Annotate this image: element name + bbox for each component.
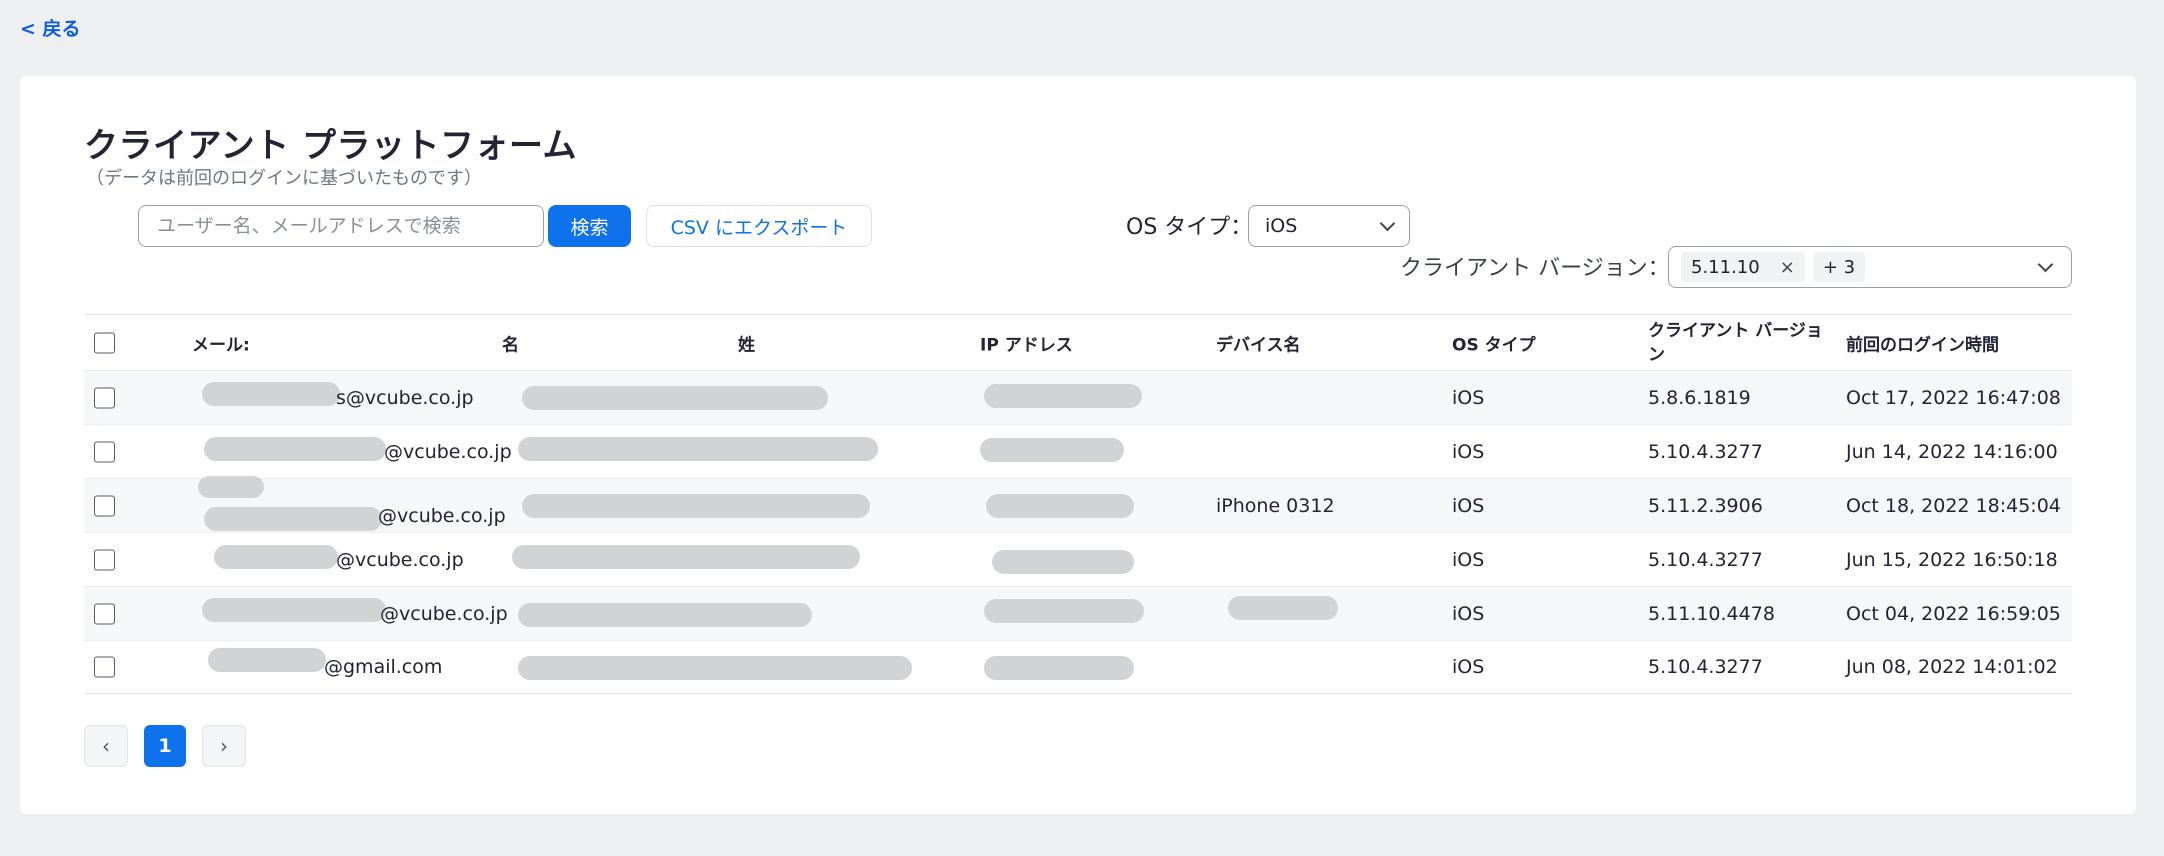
table-row: s@vcube.co.jp iOS 5.8.6.1819 Oct 17, 202… (84, 370, 2072, 424)
version-tag: 5.11.10 × (1681, 252, 1805, 282)
version-cell: 5.10.4.3277 (1648, 548, 1763, 571)
row-checkbox[interactable] (94, 387, 115, 408)
client-version-select[interactable]: 5.11.10 × + 3 (1668, 246, 2072, 288)
table-row: @vcube.co.jp iOS 5.11.10.4478 Oct 04, 20… (84, 586, 2072, 640)
os-cell: iOS (1452, 440, 1485, 463)
row-checkbox[interactable] (94, 495, 115, 516)
redacted-name (518, 437, 878, 461)
csv-export-button[interactable]: CSV にエクスポート (646, 205, 872, 247)
redacted-email (198, 476, 264, 498)
table-row: @vcube.co.jp iOS 5.10.4.3277 Jun 15, 202… (84, 532, 2072, 586)
last-login-cell: Oct 17, 2022 16:47:08 (1846, 386, 2061, 409)
redacted-name (512, 545, 860, 569)
os-cell: iOS (1452, 548, 1485, 571)
redacted-device (1228, 596, 1338, 620)
pagination-page-1[interactable]: 1 (144, 725, 186, 767)
header-last-name[interactable]: 姓 (738, 330, 755, 355)
header-email[interactable]: メール: (192, 330, 250, 355)
email-cell: @gmail.com (324, 656, 443, 678)
select-all-checkbox[interactable] (94, 332, 115, 353)
email-cell: @vcube.co.jp (378, 505, 506, 528)
redacted-ip (984, 599, 1144, 623)
os-cell: iOS (1452, 494, 1485, 517)
redacted-name (518, 656, 912, 680)
table-header: メール: 名 姓 IP アドレス デバイス名 OS タイプ クライアント バージ… (84, 314, 2072, 370)
os-cell: iOS (1452, 656, 1485, 678)
client-version-label: クライアント バージョン： (1400, 256, 1670, 281)
email-cell: @vcube.co.jp (380, 602, 508, 625)
email-cell: s@vcube.co.jp (336, 386, 474, 409)
row-checkbox[interactable] (94, 603, 115, 624)
version-cell: 5.10.4.3277 (1648, 656, 1763, 678)
search-button[interactable]: 検索 (548, 205, 631, 247)
redacted-name (518, 603, 812, 627)
email-cell: @vcube.co.jp (384, 440, 512, 463)
pagination-next-button[interactable]: › (202, 725, 246, 767)
version-cell: 5.11.10.4478 (1648, 602, 1775, 625)
row-checkbox[interactable] (94, 656, 115, 678)
close-icon[interactable]: × (1780, 257, 1795, 278)
os-type-label: OS タイプ： (1126, 215, 1253, 240)
redacted-ip (984, 656, 1134, 680)
version-more-badge: + 3 (1812, 252, 1866, 282)
redacted-email (202, 382, 340, 406)
redacted-name (522, 494, 870, 518)
header-os-type[interactable]: OS タイプ (1452, 330, 1536, 355)
table-row: @vcube.co.jp iOS 5.10.4.3277 Jun 14, 202… (84, 424, 2072, 478)
device-cell: iPhone 0312 (1216, 494, 1335, 517)
redacted-ip (992, 550, 1134, 574)
redacted-ip (980, 438, 1124, 462)
chevron-down-icon (2037, 256, 2054, 272)
client-table: メール: 名 姓 IP アドレス デバイス名 OS タイプ クライアント バージ… (84, 314, 2072, 694)
header-last-login[interactable]: 前回のログイン時間 (1846, 330, 1999, 355)
row-checkbox[interactable] (94, 549, 115, 570)
redacted-name (522, 386, 828, 410)
last-login-cell: Oct 18, 2022 18:45:04 (1846, 494, 2061, 517)
last-login-cell: Jun 08, 2022 14:01:02 (1846, 656, 2058, 678)
last-login-cell: Jun 14, 2022 14:16:00 (1846, 440, 2058, 463)
version-tag-label: 5.11.10 (1691, 256, 1760, 278)
redacted-email (208, 648, 326, 672)
email-cell: @vcube.co.jp (336, 548, 464, 571)
header-ip-address[interactable]: IP アドレス (980, 330, 1073, 355)
page-subtitle: （データは前回のログインに基づいたものです） (86, 168, 482, 189)
redacted-ip (986, 494, 1134, 518)
redacted-email (202, 598, 386, 622)
page-title: クライアント プラットフォーム (84, 126, 577, 166)
os-type-value: iOS (1265, 215, 1298, 237)
os-cell: iOS (1452, 602, 1485, 625)
table-row: @gmail.com iOS 5.10.4.3277 Jun 08, 2022 … (84, 640, 2072, 694)
os-type-select[interactable]: iOS (1248, 205, 1410, 247)
row-checkbox[interactable] (94, 441, 115, 462)
back-link[interactable]: < 戻る (20, 14, 81, 41)
search-input[interactable] (138, 205, 544, 247)
last-login-cell: Jun 15, 2022 16:50:18 (1846, 548, 2058, 571)
redacted-email (204, 507, 382, 531)
last-login-cell: Oct 04, 2022 16:59:05 (1846, 602, 2061, 625)
redacted-email (214, 545, 338, 569)
table-row: @vcube.co.jp iPhone 0312 iOS 5.11.2.3906… (84, 476, 2072, 532)
header-first-name[interactable]: 名 (502, 330, 519, 355)
redacted-email (204, 437, 386, 461)
redacted-ip (984, 384, 1142, 408)
chevron-down-icon (1379, 215, 1396, 231)
header-client-version[interactable]: クライアント バージョン (1648, 319, 1828, 367)
version-cell: 5.11.2.3906 (1648, 494, 1763, 517)
pagination-prev-button[interactable]: ‹ (84, 725, 128, 767)
os-cell: iOS (1452, 386, 1485, 409)
version-cell: 5.8.6.1819 (1648, 386, 1751, 409)
version-cell: 5.10.4.3277 (1648, 440, 1763, 463)
main-card: クライアント プラットフォーム （データは前回のログインに基づいたものです） 検… (20, 76, 2136, 814)
header-device-name[interactable]: デバイス名 (1216, 330, 1301, 355)
